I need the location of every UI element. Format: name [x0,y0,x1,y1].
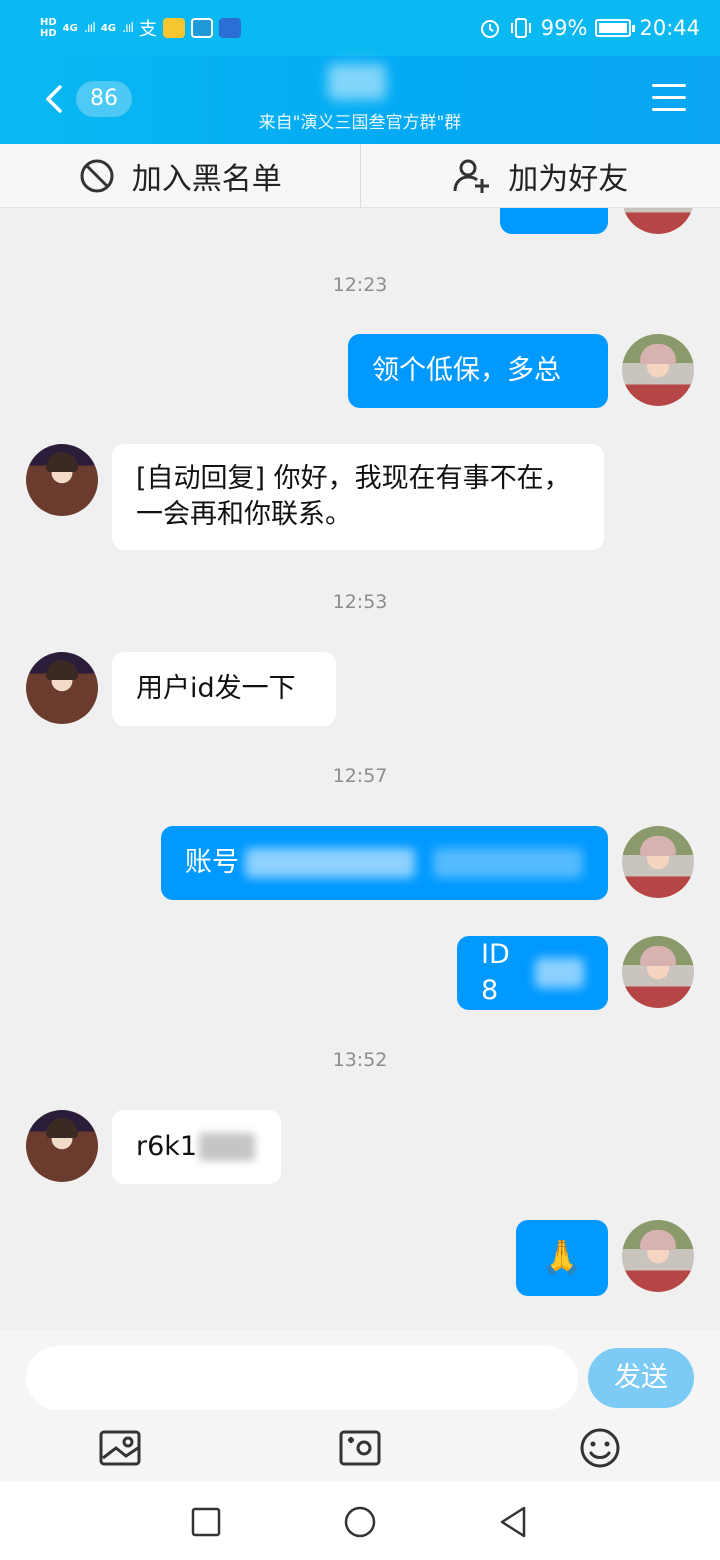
signal-icon: .ııl [121,20,134,36]
message-bubble-sent[interactable]: 账号 [161,826,608,900]
redacted-text [245,848,415,878]
signal-icon: .ııl [83,20,96,36]
message-bubble-received[interactable]: 用户id发一下 [112,652,336,726]
battery-icon [595,19,636,37]
input-bar: 发送 [0,1330,720,1482]
emoji-icon[interactable] [578,1426,622,1470]
my-avatar[interactable] [622,936,694,1008]
network-type-1: 4G [62,22,78,34]
status-right: 99% 20:44 [479,12,700,44]
battery-percent: 99% [540,16,588,40]
message-bubble-sent[interactable]: 领个低保，多总 [348,334,608,408]
contact-avatar[interactable] [26,652,98,724]
action-bar: 加入黑名单 加为好友 [0,144,720,208]
status-left: HD HD 4G .ııl 4G .ııl 支 [40,10,241,46]
group-source-subtitle: 来自"演义三国叁官方群"群 [258,113,462,133]
home-icon[interactable] [340,1502,380,1542]
timestamp: 12:53 [332,591,388,613]
redacted-text [199,1133,256,1161]
redacted-text [534,958,584,988]
message-bubble-sent[interactable]: 🙏 [516,1220,608,1296]
camera-icon[interactable] [338,1426,382,1470]
alarm-icon [480,20,499,38]
contact-name-redacted [328,64,386,100]
add-friend-label: 加为好友 [508,161,629,197]
timestamp: 13:52 [332,1049,388,1071]
message-bubble-received[interactable]: r6k1 [112,1110,281,1184]
message-bubble-sent[interactable]: ID 8 [457,936,608,1010]
chat-header: 86 来自"演义三国叁官方群"群 [0,56,720,144]
contact-avatar[interactable] [26,1110,98,1182]
message-text: r6k1 [136,1131,198,1162]
pray-emoji: 🙏 [540,1238,584,1278]
recent-apps-icon[interactable] [186,1502,226,1542]
back-nav-icon[interactable] [494,1502,534,1542]
vibrate-icon [510,18,531,38]
network-type-2: 4G [100,22,116,34]
my-avatar[interactable] [622,208,694,234]
system-nav-bar [0,1482,720,1560]
block-icon [80,159,114,192]
menu-icon[interactable] [652,84,686,112]
hd-indicator: HD HD [40,17,57,39]
alipay-icon: 支 [138,19,157,40]
timestamp: 12:57 [332,765,388,787]
blacklist-button[interactable]: 加入黑名单 [0,144,361,207]
my-avatar[interactable] [622,334,694,406]
chat-message-list[interactable]: 12:23 领个低保，多总 [自动回复] 你好，我现在有事不在，一会再和你联系。… [0,208,720,1330]
redacted-text [433,848,583,878]
my-avatar[interactable] [622,826,694,898]
tv-app-icon [218,18,241,38]
message-text: 账号 [185,847,239,878]
timestamp: 12:23 [332,274,388,296]
clock: 20:44 [639,16,700,40]
message-bubble-received[interactable]: [自动回复] 你好，我现在有事不在，一会再和你联系。 [112,444,604,550]
message-text: ID 8 [481,939,510,1006]
status-bar: HD HD 4G .ııl 4G .ııl 支 99% 20:44 [0,0,720,56]
blacklist-label: 加入黑名单 [131,161,282,197]
chat-app-icon [190,18,213,38]
add-user-icon [453,159,490,193]
my-avatar[interactable] [622,1220,694,1292]
contact-avatar[interactable] [26,444,98,516]
mail-app-icon [162,18,185,38]
message-input[interactable] [26,1346,578,1410]
message-bubble-partial[interactable] [500,208,608,234]
message-text: [自动回复] 你好，我现在有事不在，一会再和你联系。 [136,463,571,530]
send-button[interactable]: 发送 [588,1348,694,1408]
add-friend-button[interactable]: 加为好友 [361,144,720,207]
message-text: 用户id发一下 [136,673,296,704]
message-text: 领个低保，多总 [372,355,561,386]
image-picker-icon[interactable] [98,1426,142,1470]
